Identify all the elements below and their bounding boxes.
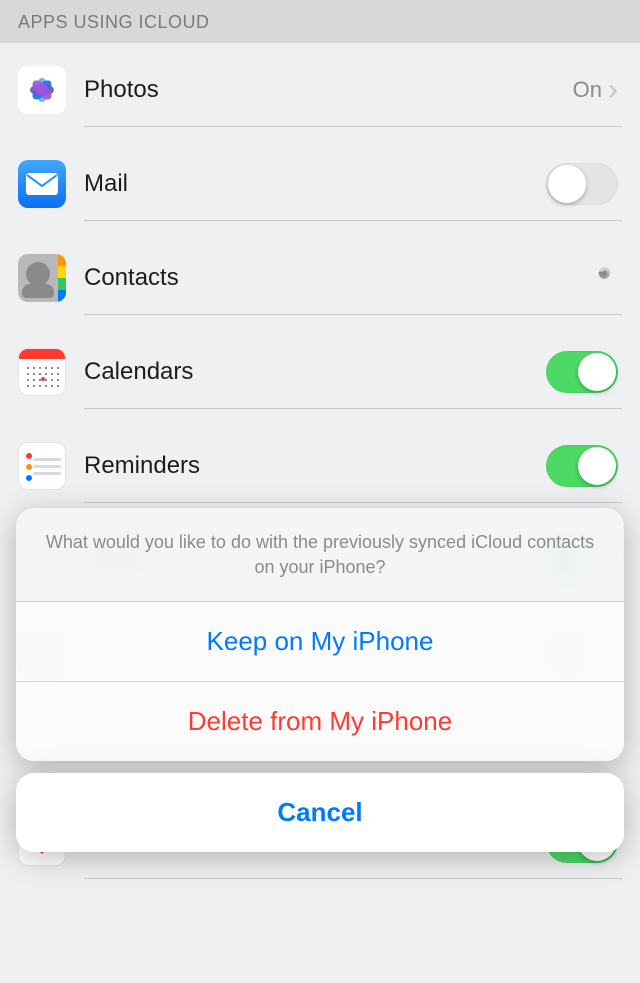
action-sheet-cancel-group: Cancel — [16, 773, 624, 852]
cancel-button[interactable]: Cancel — [16, 773, 624, 852]
row-spacer-2 — [0, 889, 640, 983]
delete-from-iphone-button[interactable]: Delete from My iPhone — [16, 682, 624, 761]
action-sheet: What would you like to do with the previ… — [16, 508, 624, 761]
keep-on-iphone-button[interactable]: Keep on My iPhone — [16, 602, 624, 682]
action-sheet-overlay: What would you like to do with the previ… — [0, 0, 640, 864]
sheet-message: What would you like to do with the previ… — [16, 508, 624, 602]
